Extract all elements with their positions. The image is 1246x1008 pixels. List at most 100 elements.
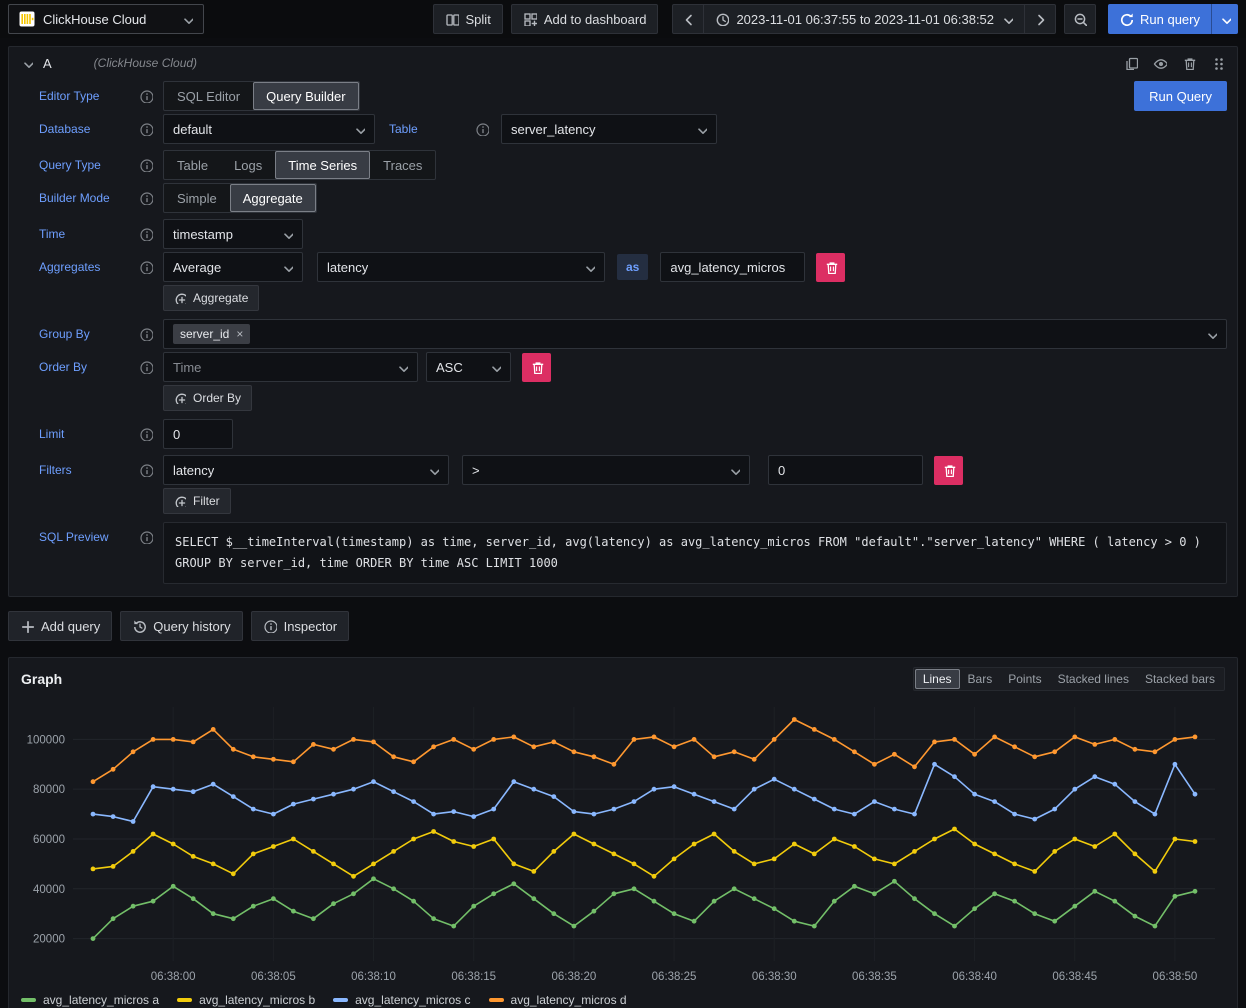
chevron-down-icon: [1205, 328, 1217, 340]
info-icon[interactable]: [139, 122, 153, 136]
filter-field-select[interactable]: latency: [163, 455, 449, 485]
info-icon[interactable]: [139, 360, 153, 374]
add-to-dashboard-label: Add to dashboard: [544, 12, 647, 27]
svg-text:06:38:05: 06:38:05: [251, 971, 296, 983]
query-type-option-table[interactable]: Table: [164, 151, 221, 179]
info-icon[interactable]: [139, 191, 153, 205]
info-icon[interactable]: [475, 122, 489, 136]
group-by-tag[interactable]: server_id ×: [173, 324, 250, 344]
info-icon[interactable]: [139, 530, 153, 544]
aggregate-alias-input[interactable]: [660, 252, 805, 282]
legend-item[interactable]: avg_latency_micros c: [333, 993, 470, 1007]
graph-style-bars[interactable]: Bars: [960, 669, 1001, 689]
toolbar-actions: Split Add to dashboard 2023-11-01 06:37:…: [433, 4, 1238, 34]
run-query-dropdown-button[interactable]: [1211, 4, 1238, 34]
table-select-value: server_latency: [511, 122, 596, 137]
group-by-multiselect[interactable]: server_id ×: [163, 319, 1227, 349]
query-type-option-logs[interactable]: Logs: [221, 151, 275, 179]
order-by-label-box: Order By: [39, 360, 153, 374]
legend-item[interactable]: avg_latency_micros b: [177, 993, 315, 1007]
limit-label: Limit: [39, 427, 64, 441]
filter-field-value: latency: [173, 463, 214, 478]
collapse-chevron-icon[interactable]: [21, 57, 33, 69]
builder-mode-label: Builder Mode: [39, 191, 110, 205]
legend-item[interactable]: avg_latency_micros a: [21, 993, 159, 1007]
query-row-header[interactable]: A (ClickHouse Cloud): [9, 47, 1237, 79]
order-by-row: Order By Time ASC: [39, 352, 1227, 382]
info-icon[interactable]: [139, 158, 153, 172]
info-icon[interactable]: [139, 327, 153, 341]
remove-tag-icon[interactable]: ×: [236, 328, 243, 340]
time-range-picker[interactable]: 2023-11-01 06:37:55 to 2023-11-01 06:38:…: [703, 4, 1025, 34]
graph-style-toggle: Lines Bars Points Stacked lines Stacked …: [913, 667, 1225, 691]
add-filter-button[interactable]: Filter: [163, 488, 231, 514]
remove-order-by-button[interactable]: [522, 353, 551, 382]
inspector-label: Inspector: [284, 619, 337, 634]
info-icon[interactable]: [139, 89, 153, 103]
graph-style-stacked-bars[interactable]: Stacked bars: [1137, 669, 1223, 689]
info-icon[interactable]: [139, 227, 153, 241]
svg-text:06:38:20: 06:38:20: [551, 971, 596, 983]
remove-query-button[interactable]: [1182, 56, 1196, 70]
add-aggregate-button[interactable]: Aggregate: [163, 285, 259, 311]
graph-style-stacked-lines[interactable]: Stacked lines: [1050, 669, 1137, 689]
time-shift-forward-button[interactable]: [1024, 4, 1056, 34]
remove-aggregate-button[interactable]: [816, 253, 845, 282]
info-icon[interactable]: [139, 463, 153, 477]
time-picker-group: 2023-11-01 06:37:55 to 2023-11-01 06:38:…: [672, 4, 1056, 34]
graph-style-lines[interactable]: Lines: [915, 669, 960, 689]
order-by-direction-select[interactable]: ASC: [426, 352, 511, 382]
time-column-select[interactable]: timestamp: [163, 219, 303, 249]
database-select[interactable]: default: [163, 114, 375, 144]
zoom-out-button[interactable]: [1064, 4, 1096, 34]
builder-mode-option-aggregate[interactable]: Aggregate: [230, 184, 316, 212]
add-aggregate-label: Aggregate: [193, 291, 248, 305]
eye-icon: [1153, 56, 1167, 70]
editor-type-option-query-builder[interactable]: Query Builder: [253, 82, 358, 110]
query-type-label-box: Query Type: [39, 158, 153, 172]
filter-operator-select[interactable]: >: [462, 455, 750, 485]
limit-input[interactable]: [163, 419, 233, 449]
query-history-button[interactable]: Query history: [120, 611, 242, 641]
sql-preview-text: SELECT $__timeInterval(timestamp) as tim…: [163, 522, 1227, 584]
run-query-inline-button[interactable]: Run Query: [1134, 81, 1227, 111]
info-icon[interactable]: [139, 427, 153, 441]
chevron-down-icon: [353, 123, 365, 135]
legend-item[interactable]: avg_latency_micros d: [489, 993, 627, 1007]
remove-filter-button[interactable]: [934, 456, 963, 485]
graph-panel: Graph Lines Bars Points Stacked lines St…: [8, 657, 1238, 1008]
filter-value-input[interactable]: [768, 455, 923, 485]
toggle-visibility-button[interactable]: [1153, 56, 1167, 70]
chevron-down-icon: [427, 464, 439, 476]
inspector-button[interactable]: Inspector: [251, 611, 349, 641]
split-button[interactable]: Split: [433, 4, 503, 34]
datasource-picker[interactable]: ClickHouse Cloud: [8, 4, 204, 34]
editor-type-option-sql-editor[interactable]: SQL Editor: [164, 82, 253, 110]
query-type-option-traces[interactable]: Traces: [370, 151, 435, 179]
grip-icon: [1211, 56, 1225, 70]
table-select[interactable]: server_latency: [501, 114, 717, 144]
aggregate-function-select[interactable]: Average: [163, 252, 303, 282]
add-query-button[interactable]: Add query: [8, 611, 112, 641]
legend-swatch: [177, 998, 192, 1002]
builder-mode-option-simple[interactable]: Simple: [164, 184, 230, 212]
order-by-field-select[interactable]: Time: [163, 352, 418, 382]
duplicate-query-button[interactable]: [1124, 56, 1138, 70]
time-shift-back-button[interactable]: [672, 4, 704, 34]
drag-handle[interactable]: [1211, 56, 1225, 70]
group-by-label: Group By: [39, 327, 90, 341]
svg-text:80000: 80000: [33, 784, 65, 796]
info-icon[interactable]: [139, 260, 153, 274]
datasource-picker-label: ClickHouse Cloud: [43, 12, 173, 27]
legend-swatch: [333, 998, 348, 1002]
aggregate-column-select[interactable]: latency: [317, 252, 605, 282]
timeseries-chart[interactable]: 2000040000600008000010000006:38:0006:38:…: [17, 699, 1229, 991]
graph-style-points[interactable]: Points: [1000, 669, 1049, 689]
run-query-label: Run query: [1140, 12, 1200, 27]
query-type-option-time-series[interactable]: Time Series: [275, 151, 370, 179]
add-order-by-button[interactable]: Order By: [163, 385, 252, 411]
add-to-dashboard-button[interactable]: Add to dashboard: [511, 4, 659, 34]
run-query-button[interactable]: Run query: [1108, 4, 1211, 34]
svg-text:06:38:00: 06:38:00: [151, 971, 196, 983]
trash-icon: [530, 360, 544, 374]
